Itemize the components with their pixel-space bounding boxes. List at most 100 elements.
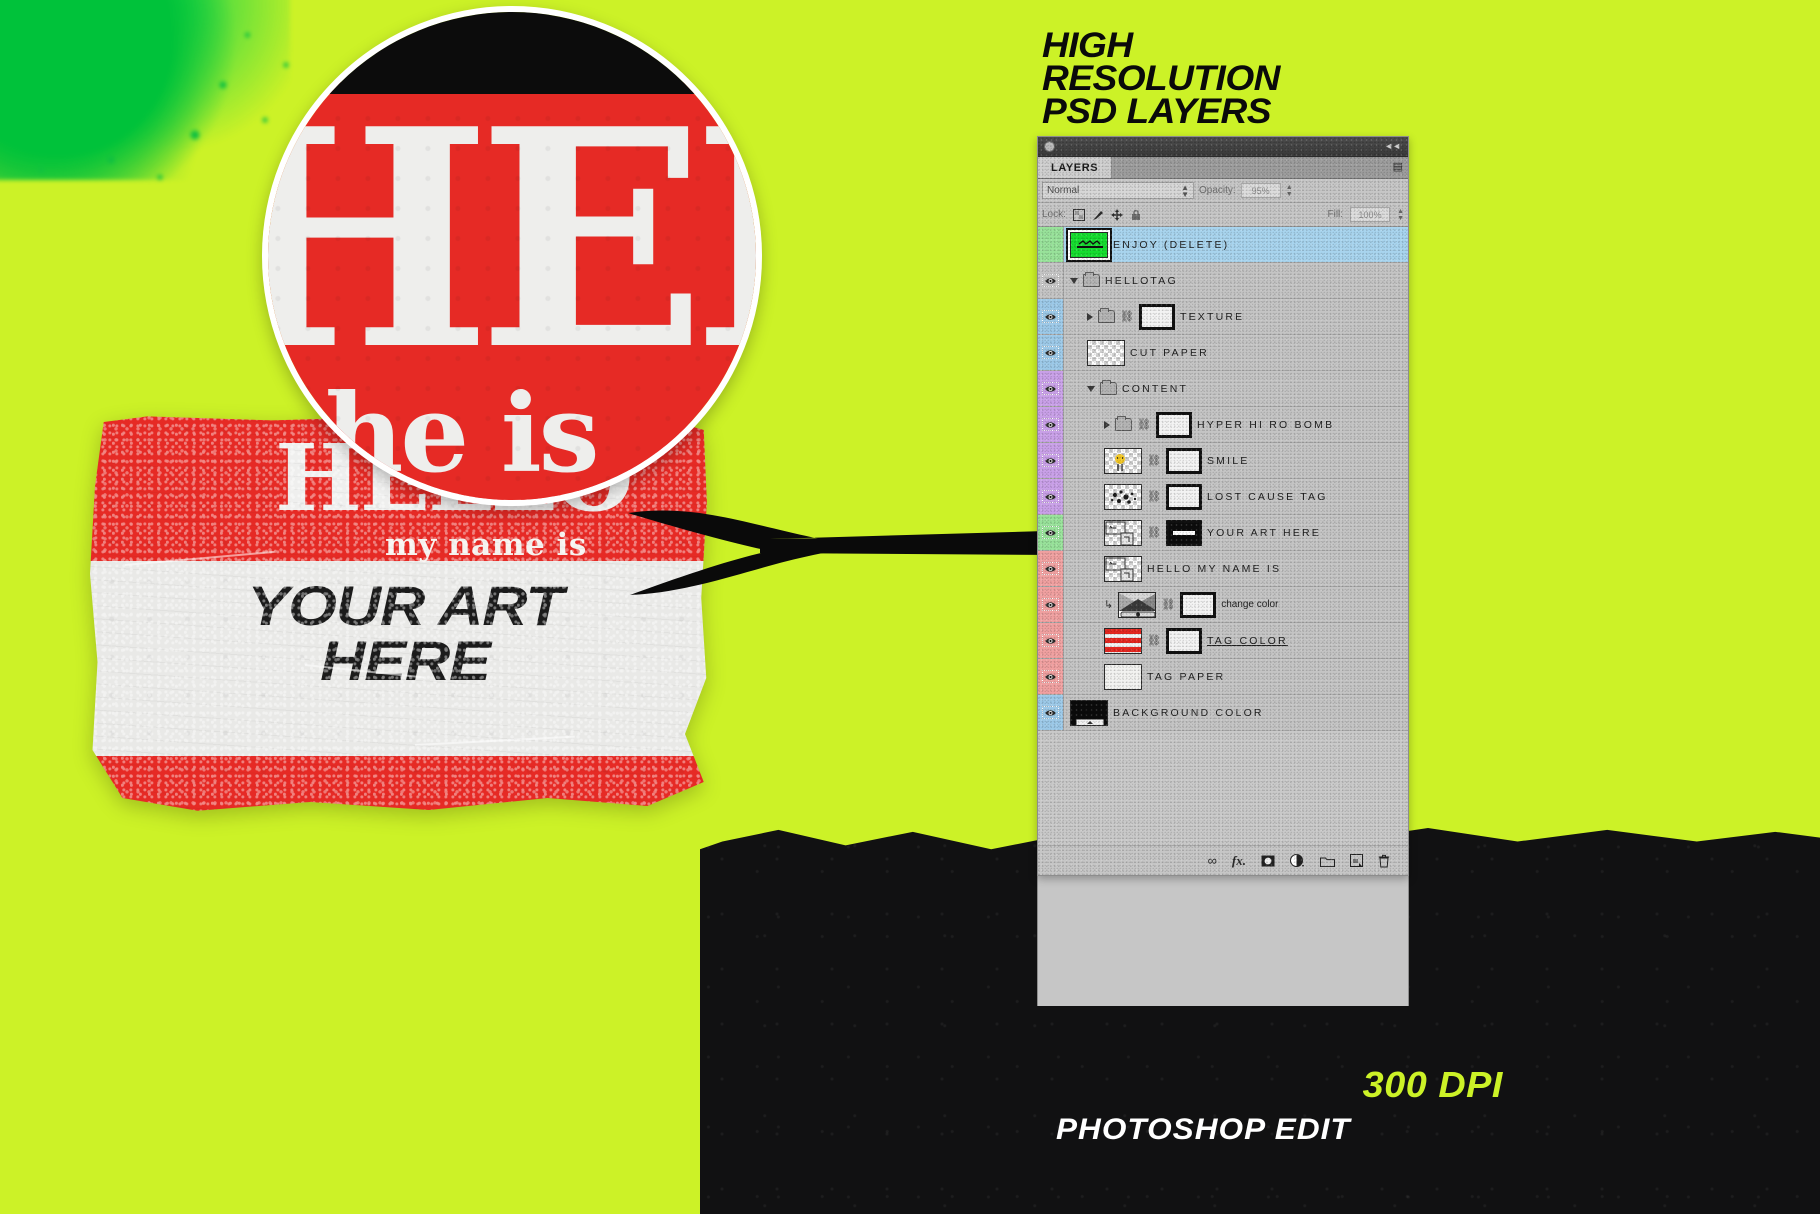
layer-content[interactable]: ↳ ⛓ change color — [1064, 591, 1408, 618]
mask-link-icon[interactable]: ⛓ — [1147, 634, 1161, 647]
layer-visibility-toggle[interactable] — [1038, 227, 1064, 262]
eye-icon[interactable] — [1042, 274, 1059, 287]
new-layer-icon[interactable] — [1350, 854, 1363, 867]
layer-mask-thumbnail[interactable] — [1165, 447, 1202, 474]
layer-content[interactable]: ⛓ YOUR ART HERE — [1064, 519, 1408, 546]
layer-content[interactable]: TAG PAPER — [1064, 663, 1408, 690]
layer-content[interactable]: ⛓ LOST CAUSE TAG — [1064, 483, 1408, 510]
eye-icon[interactable] — [1042, 490, 1059, 503]
eye-icon[interactable] — [1042, 526, 1059, 539]
layer-name[interactable]: ENJOY (DELETE) — [1113, 239, 1229, 251]
layer-thumbnail[interactable] — [1118, 591, 1157, 618]
eye-icon[interactable] — [1042, 562, 1059, 575]
layer-content[interactable]: CONTENT — [1064, 380, 1408, 395]
layer-thumbnail[interactable] — [1104, 447, 1142, 474]
layer-visibility-toggle[interactable] — [1038, 623, 1064, 658]
panel-tab-strip[interactable]: LAYERS ▤ — [1038, 157, 1408, 179]
layer-content[interactable]: ⛓ SMILE — [1064, 447, 1408, 474]
layer-name[interactable]: TAG PAPER — [1147, 671, 1225, 683]
group-disclosure-icon[interactable] — [1104, 420, 1110, 429]
eye-icon[interactable] — [1042, 670, 1059, 683]
eye-icon[interactable] — [1042, 310, 1059, 323]
blend-mode-select[interactable]: Normal ▲ ▼ — [1042, 182, 1194, 199]
layer-name[interactable]: change color — [1221, 599, 1278, 610]
chevron-updown-icon[interactable]: ▲ ▼ — [1181, 184, 1189, 199]
layer-visibility-toggle[interactable] — [1038, 659, 1064, 694]
layer-list[interactable]: ENJOY (DELETE) HELLOTAG ⛓ TEXTURE CUT PAPER C… — [1038, 227, 1408, 731]
layer-name[interactable]: SMILE — [1207, 455, 1250, 467]
layer-row[interactable]: ⛓ TAG COLOR — [1038, 623, 1408, 659]
brush-lock-icon[interactable] — [1092, 209, 1104, 221]
group-disclosure-icon[interactable] — [1087, 312, 1093, 321]
layer-name[interactable]: CONTENT — [1122, 383, 1188, 395]
layer-row[interactable]: CONTENT — [1038, 371, 1408, 407]
mask-link-icon[interactable]: ⛓ — [1161, 598, 1175, 611]
layer-row[interactable]: TAG PAPER — [1038, 659, 1408, 695]
eye-icon[interactable] — [1042, 454, 1059, 467]
eye-icon[interactable] — [1042, 598, 1059, 611]
mask-link-icon[interactable]: ⛓ — [1147, 490, 1161, 503]
layer-thumbnail[interactable] — [1104, 663, 1142, 690]
layer-mask-thumbnail[interactable] — [1180, 591, 1217, 618]
group-disclosure-icon[interactable] — [1087, 385, 1095, 392]
group-disclosure-icon[interactable] — [1070, 277, 1078, 284]
add-mask-icon[interactable] — [1261, 855, 1275, 867]
layer-mask-thumbnail[interactable] — [1165, 627, 1202, 654]
all-lock-icon[interactable] — [1130, 209, 1142, 221]
layer-visibility-toggle[interactable] — [1038, 263, 1064, 298]
layer-name[interactable]: YOUR ART HERE — [1207, 527, 1321, 539]
layer-content[interactable]: ⛓ TEXTURE — [1064, 303, 1408, 330]
eye-icon[interactable] — [1042, 634, 1059, 647]
layer-content[interactable]: BACKGROUND COLOR — [1064, 699, 1408, 726]
eye-icon[interactable] — [1042, 418, 1059, 431]
layer-style-fx-icon[interactable]: fx. — [1232, 854, 1246, 867]
new-group-icon[interactable] — [1320, 855, 1335, 867]
layer-thumbnail[interactable] — [1070, 699, 1108, 726]
layer-thumbnail[interactable] — [1087, 339, 1125, 366]
layer-name[interactable]: HELLOTAG — [1105, 275, 1178, 287]
layer-visibility-toggle[interactable] — [1038, 443, 1064, 478]
layer-visibility-toggle[interactable] — [1038, 695, 1064, 730]
layer-row[interactable]: HELLOTAG — [1038, 263, 1408, 299]
layer-visibility-toggle[interactable] — [1038, 587, 1064, 622]
panel-expand-chevrons-icon[interactable]: ◄◄ — [1384, 141, 1401, 151]
layer-row[interactable]: ⛓ SMILE — [1038, 443, 1408, 479]
layer-name[interactable]: TEXTURE — [1180, 311, 1244, 323]
layer-thumbnail[interactable] — [1104, 627, 1142, 654]
panel-titlebar[interactable]: ◄◄ — [1038, 137, 1408, 157]
layer-row[interactable]: BACKGROUND COLOR — [1038, 695, 1408, 731]
panel-footer-toolbar[interactable]: ∞ fx. — [1038, 845, 1408, 875]
opacity-stepper-icon[interactable]: ▲ ▼ — [1286, 184, 1293, 198]
mask-link-icon[interactable]: ⛓ — [1137, 418, 1151, 431]
fill-stepper-icon[interactable]: ▲ ▼ — [1397, 208, 1404, 222]
layer-content[interactable]: CUT PAPER — [1064, 339, 1408, 366]
tab-layers[interactable]: LAYERS — [1038, 157, 1113, 178]
layer-name[interactable]: HYPER HI RO BOMB — [1197, 419, 1334, 431]
link-layers-icon[interactable]: ∞ — [1208, 854, 1217, 867]
layer-visibility-toggle[interactable] — [1038, 479, 1064, 514]
layer-thumbnail[interactable] — [1104, 519, 1142, 546]
mask-link-icon[interactable]: ⛓ — [1147, 526, 1161, 539]
mask-link-icon[interactable]: ⛓ — [1147, 454, 1161, 467]
delete-layer-icon[interactable] — [1378, 854, 1390, 868]
opacity-input[interactable]: 95% — [1240, 183, 1281, 198]
layer-thumbnail[interactable] — [1104, 483, 1142, 510]
layer-visibility-toggle[interactable] — [1038, 371, 1064, 406]
panel-menu-icon[interactable]: ▤ — [1393, 162, 1403, 173]
layer-content[interactable]: HELLO MY NAME IS — [1064, 555, 1408, 582]
layer-name[interactable]: LOST CAUSE TAG — [1207, 491, 1328, 503]
layer-name[interactable]: HELLO MY NAME IS — [1147, 563, 1281, 575]
layer-content[interactable]: HELLOTAG — [1064, 272, 1408, 287]
layer-thumbnail[interactable] — [1104, 555, 1142, 582]
layer-mask-thumbnail[interactable] — [1155, 411, 1192, 438]
layer-row[interactable]: ENJOY (DELETE) — [1038, 227, 1408, 263]
layer-row[interactable]: ⛓ YOUR ART HERE — [1038, 515, 1408, 551]
layer-visibility-toggle[interactable] — [1038, 407, 1064, 442]
blend-mode-row[interactable]: Normal ▲ ▼ Opacity: 95% ▲ ▼ — [1038, 179, 1408, 203]
layer-visibility-toggle[interactable] — [1038, 299, 1064, 334]
eye-icon[interactable] — [1042, 382, 1059, 395]
eye-icon[interactable] — [1042, 706, 1059, 719]
layer-mask-thumbnail[interactable] — [1165, 519, 1202, 546]
layer-mask-thumbnail[interactable] — [1138, 303, 1175, 330]
layer-visibility-toggle[interactable] — [1038, 335, 1064, 370]
